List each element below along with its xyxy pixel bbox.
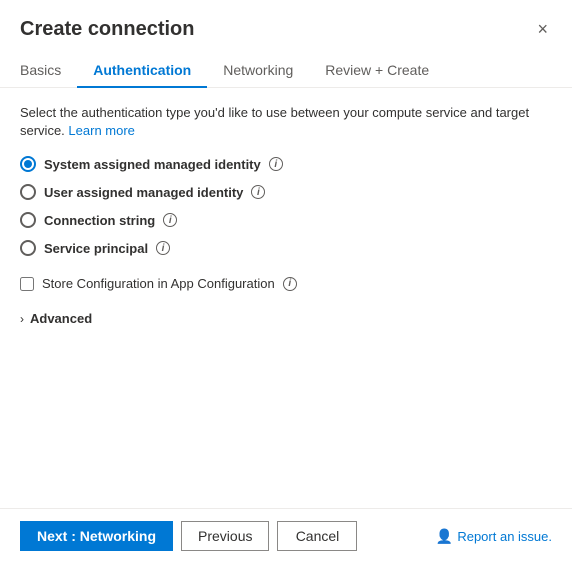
create-connection-dialog: Create connection × Basics Authenticatio… bbox=[0, 0, 572, 563]
report-icon: 👤 bbox=[436, 528, 453, 545]
radio-connection-string-label: Connection string bbox=[44, 213, 155, 228]
tab-networking[interactable]: Networking bbox=[207, 54, 309, 88]
cancel-button[interactable]: Cancel bbox=[277, 521, 357, 551]
store-config-info-icon[interactable]: i bbox=[283, 277, 297, 291]
dialog-content: Select the authentication type you'd lik… bbox=[0, 88, 572, 508]
radio-system-assigned-input[interactable] bbox=[20, 156, 36, 172]
radio-system-assigned[interactable]: System assigned managed identity i bbox=[20, 156, 552, 172]
store-config-checkbox[interactable] bbox=[20, 277, 34, 291]
radio-service-principal[interactable]: Service principal i bbox=[20, 240, 552, 256]
tab-bar: Basics Authentication Networking Review … bbox=[0, 54, 572, 88]
radio-user-assigned-input[interactable] bbox=[20, 184, 36, 200]
previous-button[interactable]: Previous bbox=[181, 521, 269, 551]
advanced-section[interactable]: › Advanced bbox=[20, 311, 552, 326]
radio-service-principal-input[interactable] bbox=[20, 240, 36, 256]
store-config-label: Store Configuration in App Configuration bbox=[42, 276, 275, 291]
user-assigned-info-icon[interactable]: i bbox=[251, 185, 265, 199]
radio-connection-string[interactable]: Connection string i bbox=[20, 212, 552, 228]
description-text: Select the authentication type you'd lik… bbox=[20, 104, 552, 140]
dialog-title: Create connection bbox=[20, 18, 194, 41]
store-config-section: Store Configuration in App Configuration… bbox=[20, 276, 552, 291]
advanced-label: Advanced bbox=[30, 311, 92, 326]
system-assigned-info-icon[interactable]: i bbox=[269, 157, 283, 171]
radio-user-assigned-label: User assigned managed identity bbox=[44, 185, 243, 200]
report-issue-label: Report an issue. bbox=[457, 529, 552, 544]
radio-user-assigned[interactable]: User assigned managed identity i bbox=[20, 184, 552, 200]
tab-review-create[interactable]: Review + Create bbox=[309, 54, 445, 88]
learn-more-link[interactable]: Learn more bbox=[68, 123, 134, 138]
chevron-right-icon: › bbox=[20, 312, 24, 326]
auth-type-radio-group: System assigned managed identity i User … bbox=[20, 156, 552, 256]
radio-system-assigned-label: System assigned managed identity bbox=[44, 157, 261, 172]
radio-service-principal-label: Service principal bbox=[44, 241, 148, 256]
report-issue-link[interactable]: 👤 Report an issue. bbox=[436, 528, 552, 545]
dialog-header: Create connection × bbox=[0, 0, 572, 50]
next-button[interactable]: Next : Networking bbox=[20, 521, 173, 551]
dialog-footer: Next : Networking Previous Cancel 👤 Repo… bbox=[0, 508, 572, 563]
service-principal-info-icon[interactable]: i bbox=[156, 241, 170, 255]
radio-connection-string-input[interactable] bbox=[20, 212, 36, 228]
tab-authentication[interactable]: Authentication bbox=[77, 54, 207, 88]
close-button[interactable]: × bbox=[533, 16, 552, 42]
tab-basics[interactable]: Basics bbox=[20, 54, 77, 88]
connection-string-info-icon[interactable]: i bbox=[163, 213, 177, 227]
